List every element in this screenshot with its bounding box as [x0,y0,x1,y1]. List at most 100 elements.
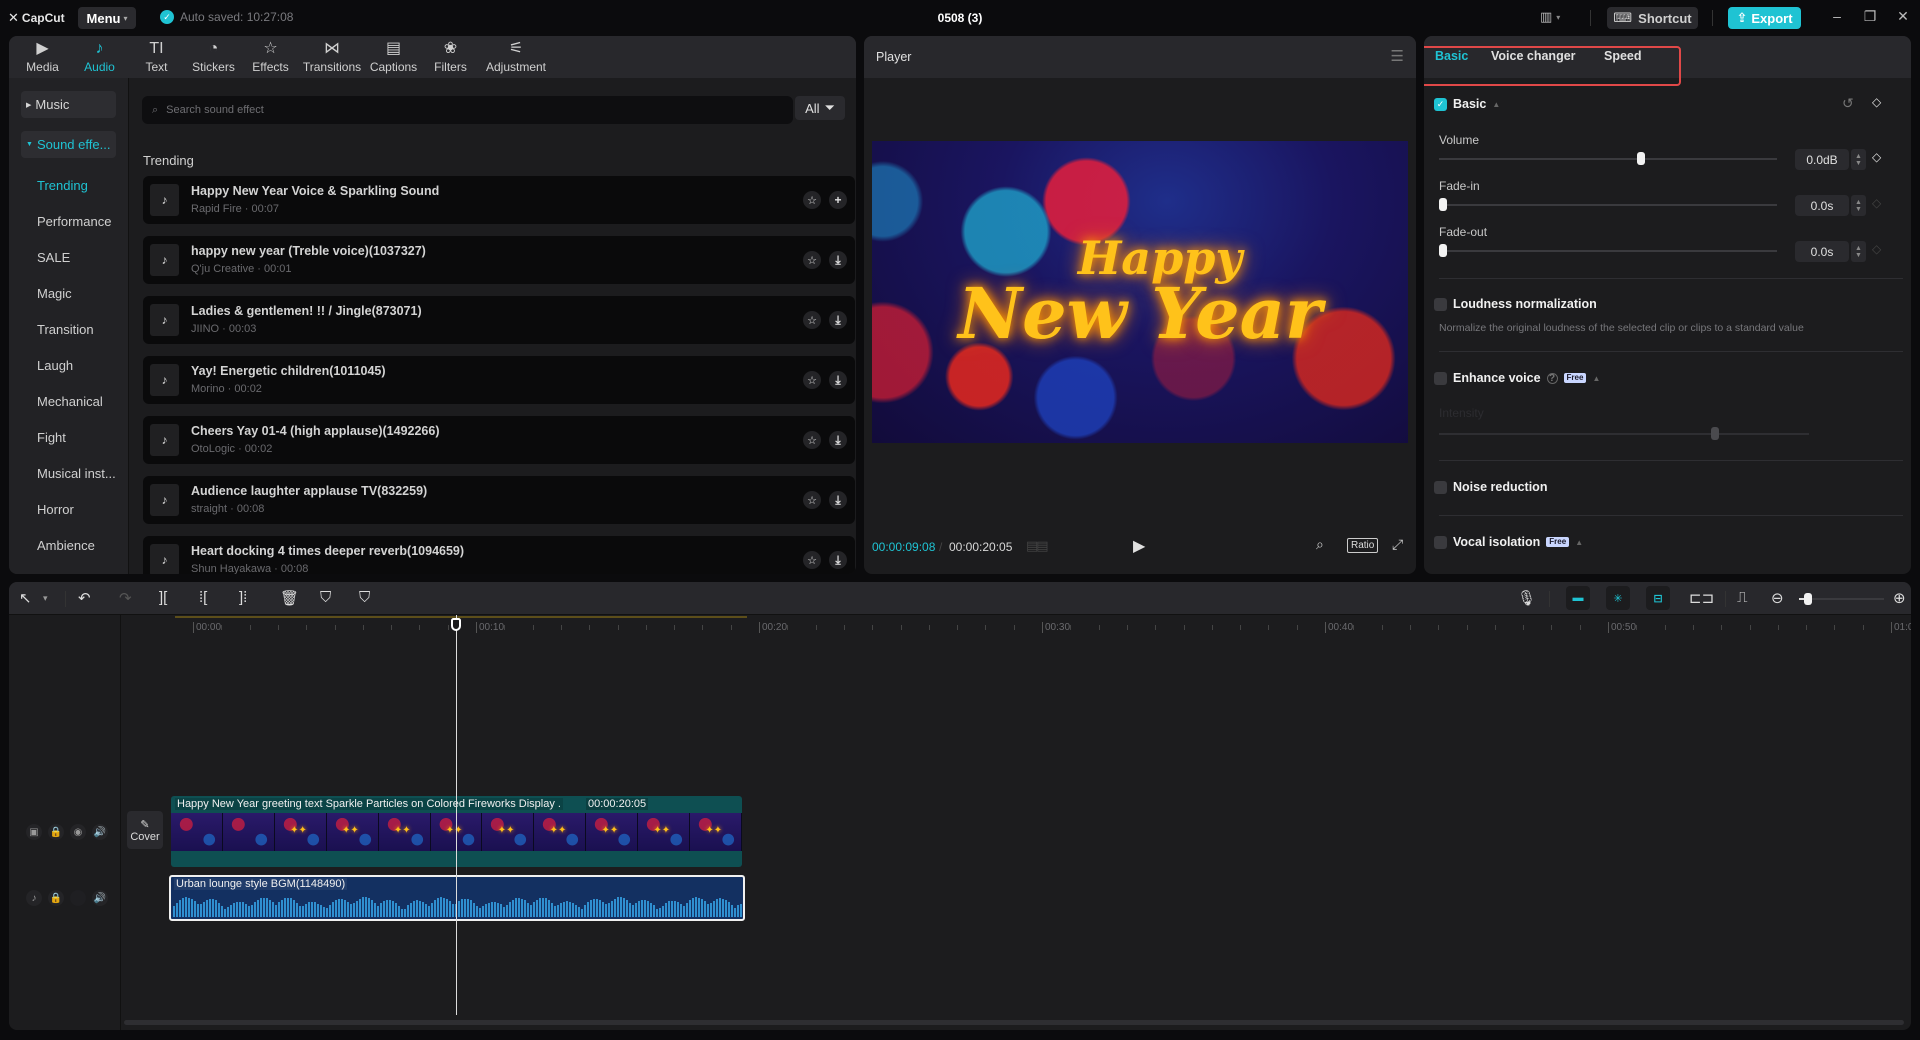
list-item[interactable]: ♪ Ladies & gentlemen! !! / Jingle(873071… [143,296,855,344]
category-sound-effects[interactable]: ▼ Sound effe... [21,131,116,158]
delete-icon[interactable]: 🗑 [280,589,299,607]
help-icon[interactable]: ? [1546,372,1558,384]
vocal-isolation-header[interactable]: Vocal isolation Free ▲ [1434,535,1583,549]
tab-media[interactable]: ▶ Media [14,36,71,78]
star-icon[interactable]: ☆ [803,431,821,449]
lock-icon[interactable]: 🔒 [48,824,64,840]
tab-stickers[interactable]: ◔ Stickers [185,36,242,78]
timeline-ruler[interactable]: 00:00 00:10 00:20 00:30 00:40 00:50 01:00 [121,615,1911,639]
lock-icon[interactable]: 🔒 [48,890,64,906]
volume-stepper[interactable]: ▲ ▼ [1851,149,1866,170]
eye-icon[interactable]: ◉ [70,824,86,840]
category-item-magic[interactable]: Magic [37,286,72,301]
undo-icon[interactable]: ↶ [78,589,91,607]
category-item-transition[interactable]: Transition [37,322,94,337]
tab-transitions[interactable]: ⋈ Transitions [299,36,365,78]
tab-audio[interactable]: ♪ Audio [71,36,128,78]
ratio-button[interactable]: Ratio [1347,538,1379,553]
shortcut-button[interactable]: ⌨ Shortcut [1607,7,1698,29]
star-icon[interactable]: ☆ [803,371,821,389]
menu-button[interactable]: Menu ▾ [78,7,136,29]
split-left-icon[interactable]: ⁞[ [199,589,207,606]
restore-button[interactable]: ❐ [1860,8,1880,25]
download-icon[interactable]: ⤓ [829,491,847,509]
ruler-zoom-icon[interactable]: ⎍ [1737,589,1748,606]
category-item-sale[interactable]: SALE [37,250,70,265]
checkbox-enhance-voice[interactable] [1434,371,1447,385]
minimize-button[interactable]: – [1827,8,1847,24]
checkbox-basic[interactable]: ✓ [1434,97,1447,111]
list-item[interactable]: ♪ Cheers Yay 01-4 (high applause)(149226… [143,416,855,464]
speaker-icon[interactable]: 🔊 [92,890,108,906]
star-icon[interactable]: ☆ [803,191,821,209]
fade-in-slider[interactable] [1439,198,1777,211]
enhance-voice-header[interactable]: Enhance voice ? Free ▲ [1434,371,1600,385]
filter-button[interactable]: All ⏷ [795,96,845,120]
category-item-ambience[interactable]: Ambience [37,538,95,553]
tab-captions[interactable]: ▤ Captions [365,36,422,78]
fade-in-stepper[interactable]: ▲ ▼ [1851,195,1866,216]
list-item[interactable]: ♪ Audience laughter applause TV(832259) … [143,476,855,524]
download-icon[interactable]: ⤓ [829,311,847,329]
playhead[interactable] [456,615,458,1015]
volume-keyframe-icon[interactable]: ◇ [1872,150,1881,164]
download-icon[interactable]: ⤓ [829,251,847,269]
play-button[interactable]: ▶ [1133,536,1145,556]
category-item-musical-instruments[interactable]: Musical inst... [37,466,116,481]
microphone-icon[interactable]: 🎙 [1517,589,1536,607]
playhead-handle[interactable] [451,618,462,631]
download-icon[interactable]: ⤓ [829,551,847,569]
fade-out-slider[interactable] [1439,244,1777,257]
split-right-icon[interactable]: ]⁞ [239,589,247,606]
basic-section-header[interactable]: ✓ Basic ▲ [1434,97,1500,111]
chevron-down-icon[interactable]: ▾ [43,593,48,604]
fullscreen-icon[interactable]: ⤢ [1392,536,1403,553]
hamburger-menu-icon[interactable]: ☰ [1391,47,1404,65]
volume-slider-thumb[interactable] [1637,152,1645,165]
category-item-horror[interactable]: Horror [37,502,74,517]
select-tool-icon[interactable]: ↖ [19,589,32,607]
volume-value[interactable]: 0.0dB [1795,149,1849,170]
noise-reduction-header[interactable]: Noise reduction [1434,480,1547,494]
category-item-mechanical[interactable]: Mechanical [37,394,103,409]
category-item-performance[interactable]: Performance [37,214,111,229]
list-item[interactable]: ♪ Yay! Energetic children(1011045) Morin… [143,356,855,404]
loudness-normalization-header[interactable]: Loudness normalization [1434,297,1597,311]
fade-out-value[interactable]: 0.0s [1795,241,1849,262]
category-item-laugh[interactable]: Laugh [37,358,73,373]
zoom-slider-thumb[interactable] [1803,593,1812,605]
split-icon[interactable]: ][ [159,589,167,606]
fade-in-slider-thumb[interactable] [1439,198,1447,211]
list-item[interactable]: ♪ happy new year (Treble voice)(1037327)… [143,236,855,284]
keyframe-icon[interactable]: ◇ [1872,95,1881,109]
video-preview[interactable]: Happy New Year [872,141,1408,443]
tab-basic[interactable]: Basic [1435,49,1468,63]
reset-icon[interactable]: ↺ [1842,95,1854,112]
link-toggle[interactable]: ⊟ [1646,586,1670,610]
timeline-zoom-slider[interactable] [1799,593,1884,605]
tab-text[interactable]: TI Text [128,36,185,78]
checkbox-loudness[interactable] [1434,297,1447,311]
zoom-out-icon[interactable]: ⊖ [1771,589,1784,607]
tab-adjustment[interactable]: ⚟ Adjustment [479,36,553,78]
layout-button[interactable]: ▥ ▾ [1540,9,1560,25]
tab-speed[interactable]: Speed [1604,49,1642,63]
download-icon[interactable]: ⤓ [829,371,847,389]
category-item-fight[interactable]: Fight [37,430,66,445]
star-icon[interactable]: ☆ [803,491,821,509]
preview-axis-icon[interactable]: ⊏⊐ [1689,589,1714,607]
star-icon[interactable]: ☆ [803,551,821,569]
shield-icon[interactable]: ⛉ [359,589,370,606]
tab-voice-changer[interactable]: Voice changer [1491,49,1576,63]
close-button[interactable]: ✕ [1893,8,1913,25]
category-item-trending[interactable]: Trending [37,178,88,193]
volume-slider[interactable] [1439,152,1777,165]
checkbox-vocal-isolation[interactable] [1434,535,1447,549]
star-icon[interactable]: ☆ [803,311,821,329]
checkbox-noise-reduction[interactable] [1434,480,1447,494]
zoom-fit-icon[interactable]: ⌕ [1316,536,1324,553]
speaker-icon[interactable]: 🔊 [92,824,108,840]
fade-in-value[interactable]: 0.0s [1795,195,1849,216]
tab-filters[interactable]: ❀ Filters [422,36,479,78]
cover-button[interactable]: ✎ Cover [127,811,163,849]
